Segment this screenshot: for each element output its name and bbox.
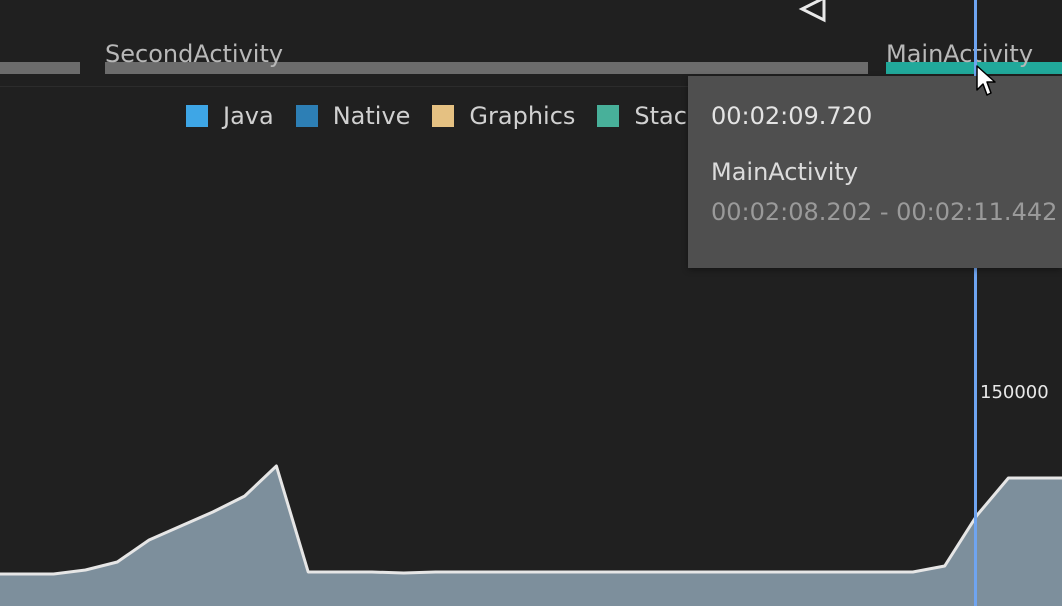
legend-swatch-stack [597,105,620,127]
tooltip-time: 00:02:09.720 [711,102,873,130]
legend-item-stack: Stack [597,102,701,130]
mouse-pointer-icon [976,65,996,96]
tooltip-activity-name: MainActivity [711,158,859,186]
legend-label-graphics: Graphics [469,102,576,130]
legend-label-java: Java [223,102,274,130]
chart-legend: Java Native Graphics Stack [186,102,723,130]
memory-profiler-timeline: SecondActivity MainActivity Java Native … [0,0,1062,606]
legend-swatch-native [295,105,318,127]
tooltip-time-range: 00:02:08.202 - 00:02:11.442 [711,198,1058,226]
y-axis-scale-label: 150000 [980,382,1049,403]
timeline-tooltip: 00:02:09.720 MainActivity 00:02:08.202 -… [688,76,1062,268]
legend-item-java: Java [186,102,274,130]
legend-item-native: Native [295,102,411,130]
legend-swatch-graphics [432,105,455,127]
legend-label-native: Native [332,102,411,130]
legend-item-graphics: Graphics [432,102,575,130]
legend-swatch-java [186,105,208,127]
